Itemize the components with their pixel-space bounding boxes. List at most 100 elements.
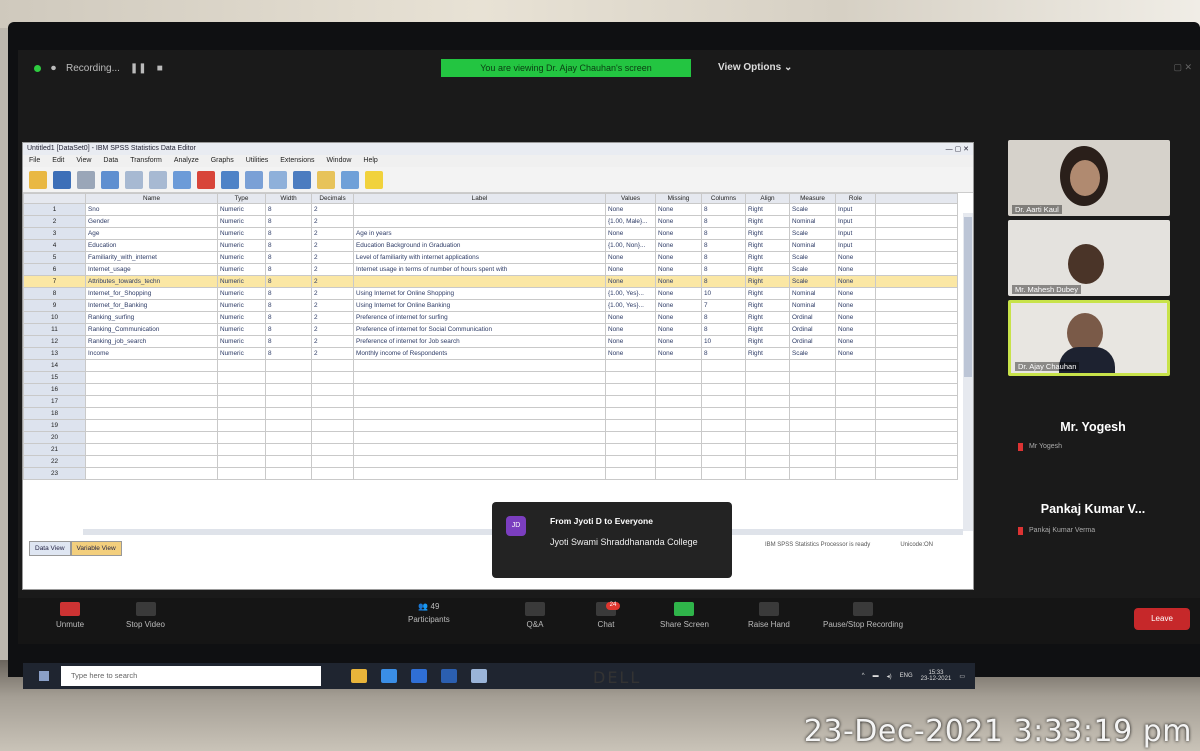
grid-cell[interactable] [217,443,266,456]
grid-cell[interactable]: Input [835,239,876,252]
grid-cell[interactable]: None [605,335,656,348]
grid-cell[interactable]: {1.00, Non}... [605,239,656,252]
grid-cell[interactable] [85,443,218,456]
menu-data[interactable]: Data [103,157,118,165]
grid-cell[interactable]: 8 [701,347,746,360]
grid-cell[interactable]: 8 [701,311,746,324]
goto-variable-icon[interactable] [197,170,215,189]
active-speaker-tile[interactable]: Dr. Ajay Chauhan [1008,300,1170,376]
grid-cell[interactable]: {1.00, Male}... [605,215,656,228]
row-number[interactable]: 8 [23,287,86,300]
table-row[interactable]: 13 Income Numeric 8 2 Monthly income of Respo… [23,347,958,360]
grid-cell[interactable]: Right [745,347,790,360]
grid-cell[interactable] [353,215,606,228]
grid-cell[interactable]: Income [85,347,218,360]
variables-icon[interactable] [221,170,239,189]
windows-start-icon[interactable] [39,671,49,681]
grid-cell[interactable] [217,419,266,432]
grid-cell[interactable]: Education [85,239,218,252]
grid-cell[interactable] [217,407,266,420]
grid-cell[interactable] [701,467,746,480]
grid-cell[interactable] [875,443,958,456]
grid-cell[interactable]: 2 [311,299,354,312]
grid-cell[interactable]: Scale [789,227,836,240]
grid-cell[interactable]: Ranking_job_search [85,335,218,348]
unmute-button[interactable]: Unmute [56,602,84,629]
grid-cell[interactable] [745,407,790,420]
grid-cell[interactable] [789,359,836,372]
table-row[interactable]: 8 Internet_for_Shopping Numeric 8 2 Using Int… [23,287,958,300]
network-icon[interactable]: ▬ [873,673,879,679]
grid-cell[interactable]: Scale [789,275,836,288]
table-row[interactable]: 16 [23,383,958,396]
grid-cell[interactable]: Right [745,287,790,300]
table-row[interactable]: 6 Internet_usage Numeric 8 2 Internet usage i… [23,263,958,276]
grid-cell[interactable]: None [835,311,876,324]
grid-cell[interactable] [605,419,656,432]
grid-cell[interactable]: Sno [85,203,218,216]
grid-cell[interactable]: 8 [701,263,746,276]
grid-cell[interactable]: None [835,263,876,276]
grid-cell[interactable]: None [605,227,656,240]
grid-cell[interactable]: Numeric [217,203,266,216]
table-row[interactable]: 3 Age Numeric 8 2 Age in years None None 8 Right S… [23,227,958,240]
grid-cell[interactable] [605,383,656,396]
col-header[interactable]: Measure [789,193,836,204]
share-screen-button[interactable]: Share Screen [660,602,709,629]
notification-icon[interactable]: ▭ [959,673,965,680]
grid-cell[interactable] [265,371,312,384]
grid-cell[interactable] [875,431,958,444]
grid-cell[interactable]: None [655,263,702,276]
dialog-recall-icon[interactable] [101,170,119,189]
grid-cell[interactable] [655,443,702,456]
grid-cell[interactable]: Numeric [217,251,266,264]
grid-cell[interactable] [353,371,606,384]
col-header[interactable]: Role [835,193,876,204]
table-row[interactable]: 23 [23,467,958,480]
find-icon[interactable] [245,170,263,189]
menu-extensions[interactable]: Extensions [280,157,314,165]
grid-cell[interactable] [311,467,354,480]
grid-cell[interactable]: Gender [85,215,218,228]
col-header[interactable]: Missing [655,193,702,204]
grid-cell[interactable]: 8 [265,323,312,336]
grid-cell[interactable]: None [655,311,702,324]
grid-cell[interactable] [835,455,876,468]
grid-cell[interactable] [701,395,746,408]
taskbar-search-input[interactable]: Type here to search [61,666,321,686]
grid-cell[interactable]: Nominal [789,215,836,228]
grid-cell[interactable]: 2 [311,215,354,228]
grid-cell[interactable]: 8 [701,203,746,216]
print-icon[interactable] [77,170,95,189]
grid-cell[interactable]: 2 [311,287,354,300]
grid-cell[interactable] [875,263,958,276]
grid-cell[interactable]: Preference of internet for Job search [353,335,606,348]
menu-file[interactable]: File [29,157,40,165]
col-header[interactable]: Values [605,193,656,204]
menu-transform[interactable]: Transform [130,157,162,165]
word-icon[interactable] [441,669,457,683]
grid-cell[interactable] [605,467,656,480]
grid-cell[interactable]: 8 [265,335,312,348]
grid-cell[interactable] [835,419,876,432]
grid-cell[interactable] [875,419,958,432]
grid-cell[interactable] [655,467,702,480]
grid-cell[interactable]: 8 [265,239,312,252]
grid-cell[interactable]: None [605,311,656,324]
row-number[interactable]: 13 [23,347,86,360]
grid-cell[interactable] [789,395,836,408]
grid-cell[interactable]: None [655,275,702,288]
menu-graphs[interactable]: Graphs [211,157,234,165]
row-number[interactable]: 18 [23,407,86,420]
grid-cell[interactable]: Using Internet for Online Banking [353,299,606,312]
grid-cell[interactable] [311,395,354,408]
grid-cell[interactable] [265,467,312,480]
grid-cell[interactable]: Input [835,227,876,240]
grid-cell[interactable] [85,359,218,372]
col-header[interactable]: Name [85,193,218,204]
goto-case-icon[interactable] [173,170,191,189]
grid-cell[interactable]: Numeric [217,323,266,336]
grid-cell[interactable] [605,359,656,372]
grid-cell[interactable] [217,383,266,396]
grid-cell[interactable] [745,431,790,444]
